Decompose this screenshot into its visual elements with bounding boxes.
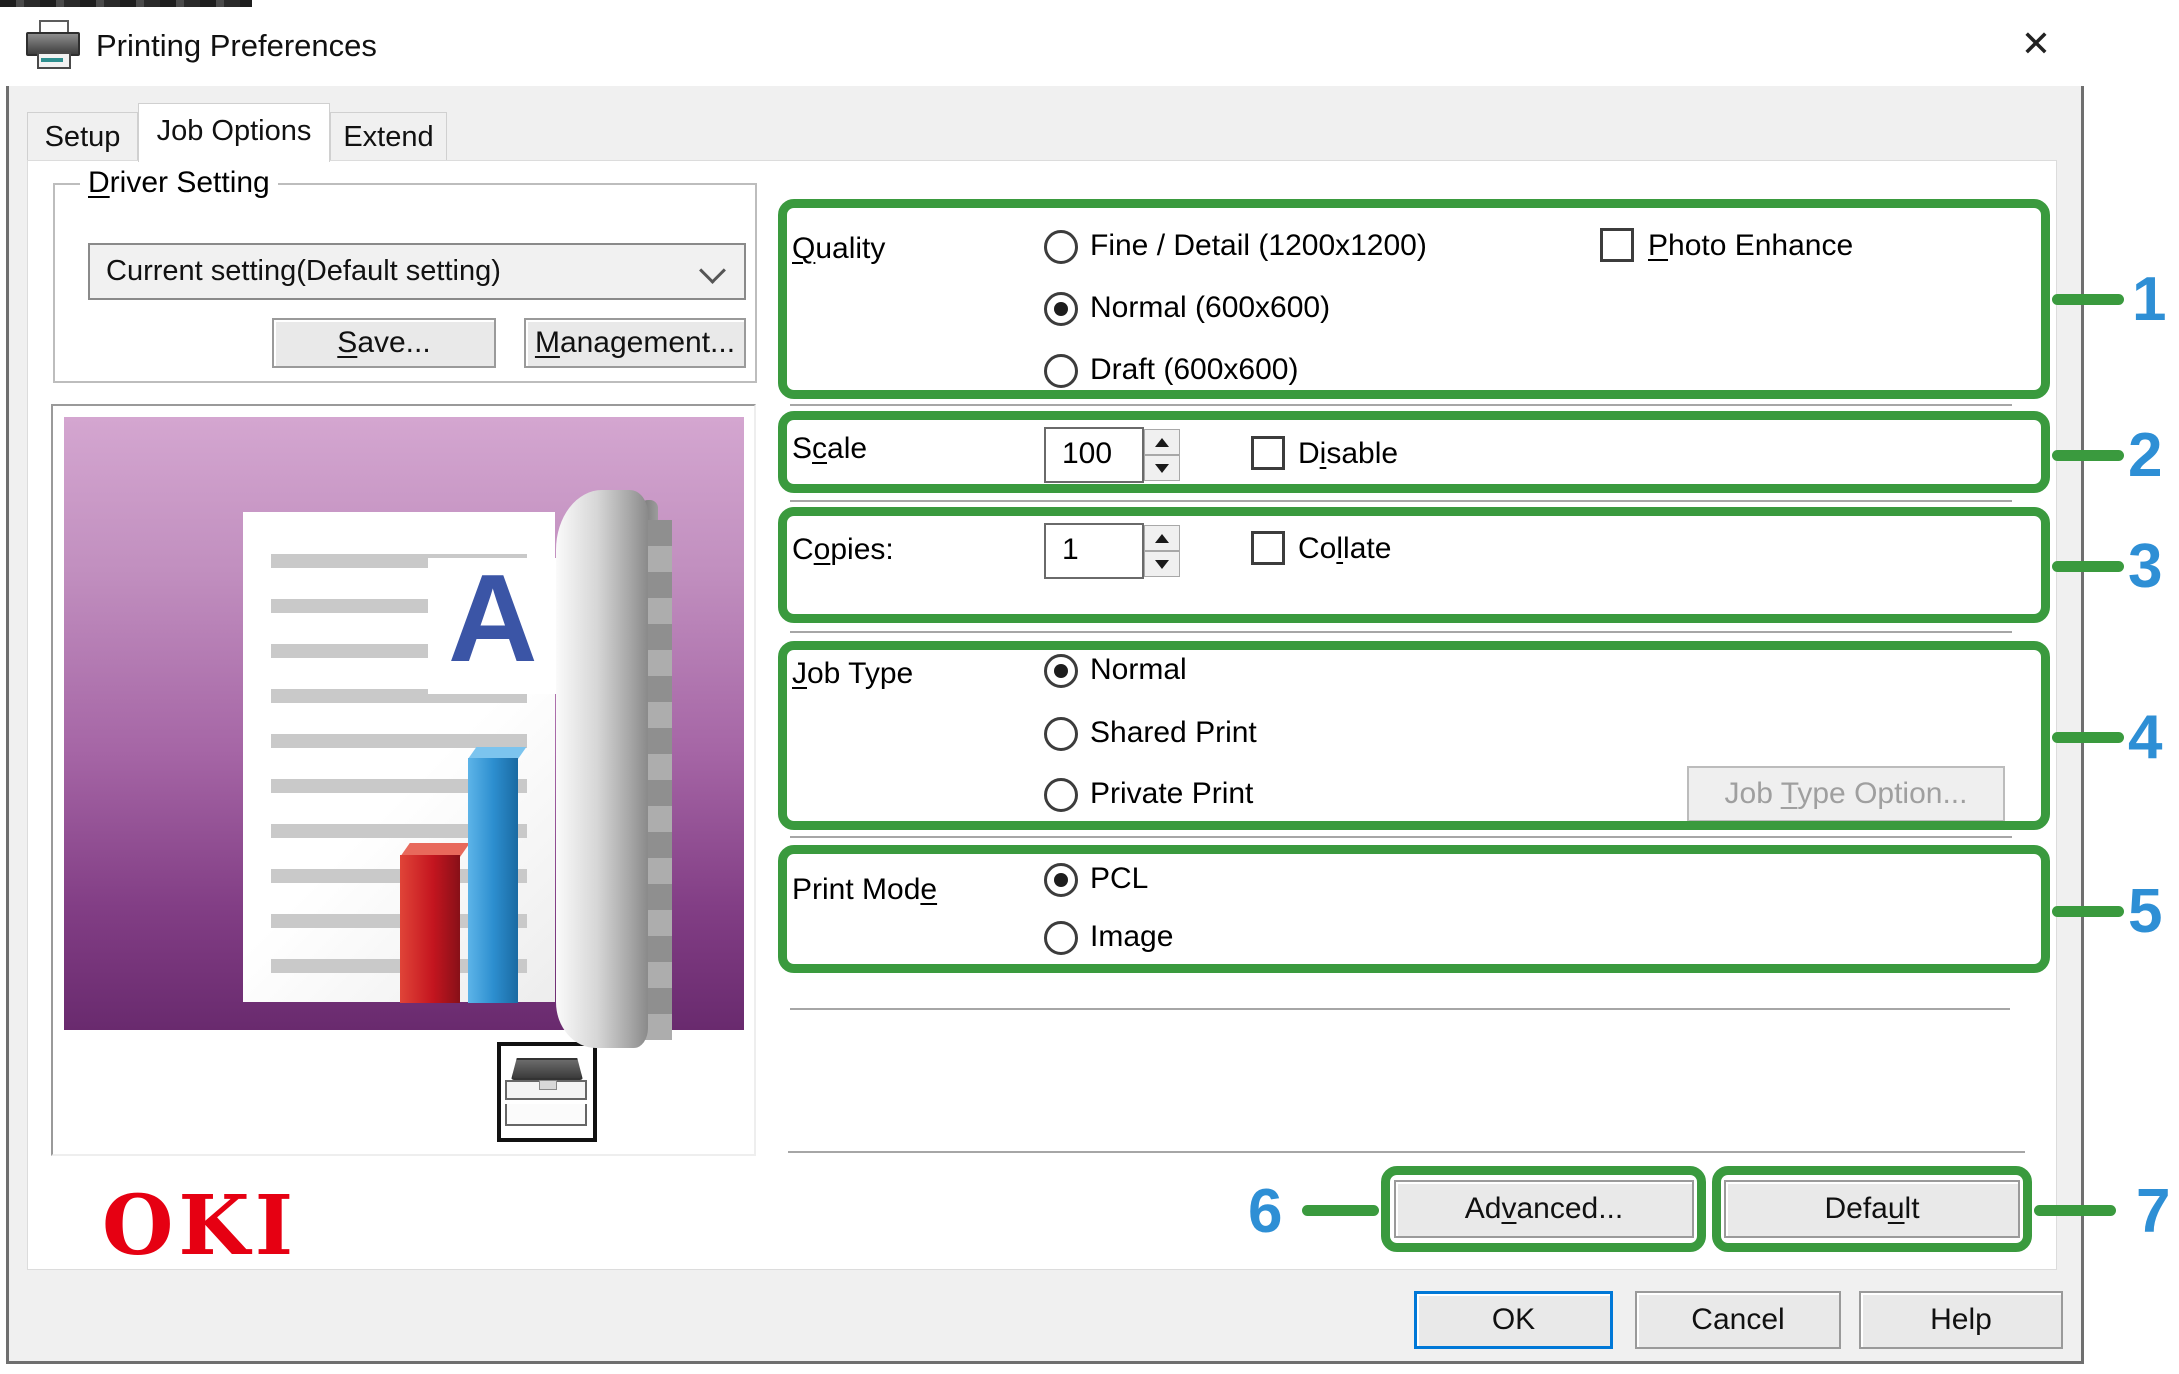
annotation-box-6 [1381,1166,1706,1252]
chart-bar-blue [468,758,518,1003]
ok-button[interactable]: OK [1414,1291,1613,1349]
separator [790,404,2012,407]
tab-setup[interactable]: Setup [27,112,138,161]
separator [788,1151,2025,1154]
page-curl [556,490,648,1048]
annotation-box-4 [778,641,2050,830]
annotation-box-2 [778,411,2050,493]
separator [790,836,2012,839]
annotation-line-5 [2052,906,2124,917]
tab-job-options[interactable]: Job Options [138,103,330,162]
driver-setting-dropdown-value: Current setting(Default setting) [106,255,501,288]
callout-number-2: 2 [2128,420,2162,491]
callout-number-1: 1 [2132,264,2166,335]
separator [790,1008,2010,1011]
callout-number-3: 3 [2128,531,2162,602]
separator [790,500,2012,503]
annotation-box-7 [1712,1166,2032,1252]
callout-number-7: 7 [2136,1176,2170,1247]
driver-setting-dropdown[interactable]: Current setting(Default setting) [88,243,746,300]
printer-preview-icon [497,1042,597,1142]
annotation-line-1 [2052,294,2124,305]
save-button[interactable]: Save... [272,318,496,368]
annotation-line-7 [2034,1205,2116,1216]
annotation-line-6 [1302,1205,1379,1216]
window-title: Printing Preferences [96,28,377,64]
background-window-artifact [0,0,252,7]
annotation-line-2 [2052,450,2124,461]
chevron-down-icon [699,257,726,284]
annotation-box-1 [778,199,2050,399]
document-letter: A [448,548,538,690]
management-button[interactable]: Management... [524,318,746,368]
chart-bar-red [400,855,460,1003]
callout-number-5: 5 [2128,876,2162,947]
close-icon[interactable]: ✕ [2008,20,2064,68]
callout-number-4: 4 [2128,702,2162,773]
separator [790,631,2012,634]
screenshot-root: Printing Preferences ✕ Setup Job Options… [0,0,2179,1374]
annotation-box-3 [778,507,2050,623]
annotation-line-4 [2052,732,2124,743]
driver-setting-label: Driver Setting [80,166,278,200]
annotation-line-3 [2052,561,2124,572]
callout-number-6: 6 [1248,1176,1282,1247]
tab-extend[interactable]: Extend [330,112,447,161]
oki-logo: OKI [102,1178,298,1274]
printer-icon [26,20,78,68]
help-button[interactable]: Help [1859,1291,2063,1349]
cancel-button[interactable]: Cancel [1635,1291,1841,1349]
annotation-box-5 [778,845,2050,973]
